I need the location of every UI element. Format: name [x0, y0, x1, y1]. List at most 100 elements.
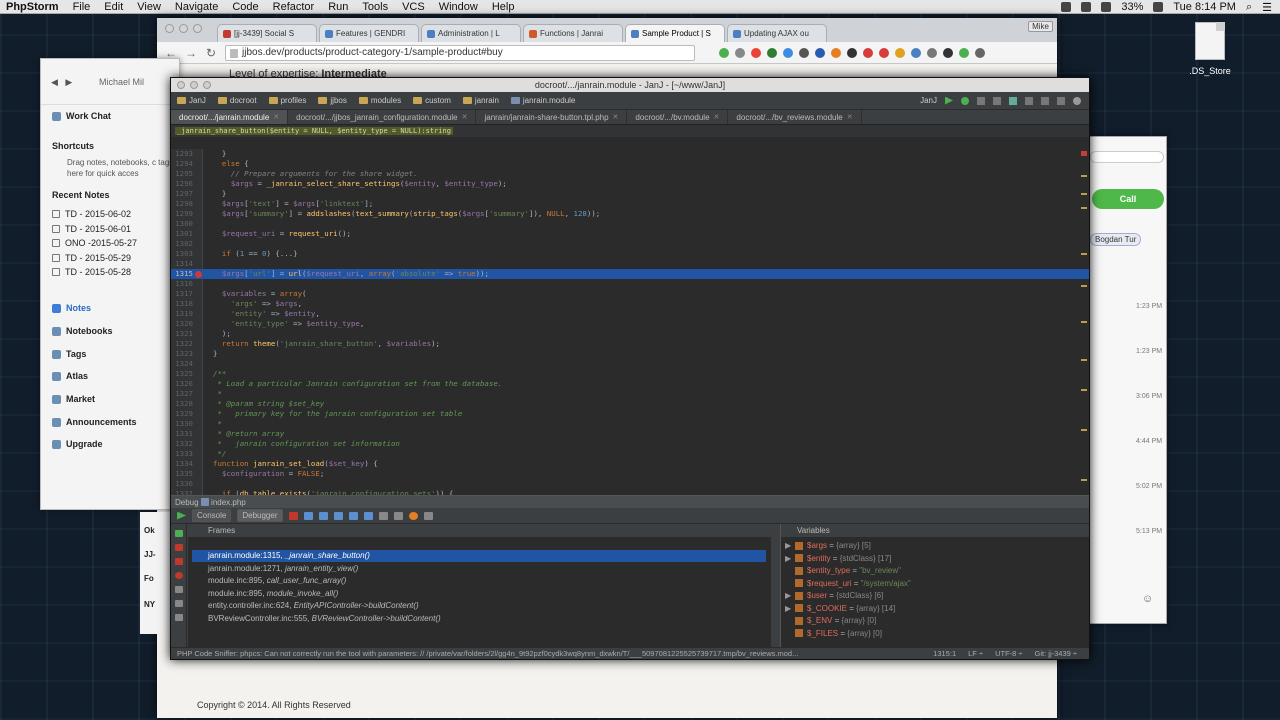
- code-line[interactable]: 1329 * primary key for the janrain confi…: [171, 409, 1089, 419]
- extension-icon[interactable]: [799, 47, 809, 58]
- debugger-tab[interactable]: Debugger: [237, 509, 283, 522]
- line-number[interactable]: 1294: [171, 159, 193, 169]
- line-number[interactable]: 1303: [171, 249, 193, 259]
- git-branch[interactable]: Git: jj-3439 ÷: [1035, 649, 1077, 658]
- editor-tab[interactable]: janrain/janrain-share-button.tpl.php ✕: [476, 110, 628, 124]
- menu-icon[interactable]: [975, 47, 985, 58]
- line-number[interactable]: 1325: [171, 369, 193, 379]
- breadcrumb[interactable]: custom: [413, 96, 451, 105]
- line-number[interactable]: 1318: [171, 299, 193, 309]
- extension-icon[interactable]: [735, 47, 745, 58]
- extension-icon[interactable]: [719, 47, 729, 58]
- line-number[interactable]: 1321: [171, 329, 193, 339]
- vcs-update-icon[interactable]: [993, 96, 1001, 105]
- code-line[interactable]: 1326 * Load a particular Janrain configu…: [171, 379, 1089, 389]
- evaluate-icon[interactable]: [378, 511, 388, 520]
- rerun-icon[interactable]: [175, 530, 183, 537]
- editor-tab-active[interactable]: docroot/.../janrain.module ✕: [171, 110, 289, 124]
- code-line[interactable]: 1325 /**: [171, 369, 1089, 379]
- minimize-window-button[interactable]: [179, 24, 188, 33]
- view-breakpoints-icon[interactable]: [175, 558, 183, 565]
- code-line[interactable]: 1299 $args['summary'] = addslashes(text_…: [171, 209, 1089, 219]
- status-icon[interactable]: [1061, 2, 1072, 12]
- resume-icon[interactable]: [177, 511, 186, 520]
- menu-refactor[interactable]: Refactor: [273, 1, 315, 13]
- breadcrumb[interactable]: modules: [358, 96, 401, 105]
- code-line[interactable]: 1294 else {: [171, 159, 1089, 169]
- close-tab-icon[interactable]: ✕: [714, 113, 720, 121]
- menu-help[interactable]: Help: [492, 1, 515, 13]
- volume-icon[interactable]: [1101, 2, 1112, 12]
- code-line[interactable]: 1330 *: [171, 419, 1089, 429]
- flag-icon[interactable]: [1153, 2, 1164, 12]
- breadcrumb[interactable]: profiles: [268, 96, 306, 105]
- browser-tab[interactable]: Features | GENDRI: [319, 24, 419, 42]
- extension-icon[interactable]: [751, 47, 761, 58]
- line-number[interactable]: 1299: [171, 209, 193, 219]
- nav-notes[interactable]: Notes: [52, 303, 91, 313]
- method-signature[interactable]: _janrain_share_button($entity = NULL, $e…: [175, 127, 453, 135]
- line-number[interactable]: 1297: [171, 189, 193, 199]
- nav-upgrade[interactable]: Upgrade: [52, 439, 103, 449]
- warning-marker[interactable]: [1081, 193, 1087, 195]
- current-execution-line[interactable]: 1315 $args['url'] = url($request_uri, ar…: [171, 269, 1089, 279]
- error-marker[interactable]: [1081, 151, 1087, 156]
- menu-run[interactable]: Run: [328, 1, 348, 13]
- line-number[interactable]: 1327: [171, 389, 193, 399]
- menu-file[interactable]: File: [73, 1, 91, 13]
- error-stripe[interactable]: [1081, 149, 1087, 495]
- code-line[interactable]: 1320 'entity_type' => $entity_type,: [171, 319, 1089, 329]
- close-window-button[interactable]: [165, 24, 174, 33]
- mute-breakpoints-icon[interactable]: [408, 511, 418, 520]
- profile-button[interactable]: Mike: [1028, 21, 1053, 32]
- stop-icon[interactable]: [977, 96, 985, 105]
- desktop-file[interactable]: .DS_Store: [1188, 22, 1232, 76]
- work-chat-item[interactable]: Work Chat: [52, 111, 111, 121]
- line-number[interactable]: 1328: [171, 399, 193, 409]
- variable-row[interactable]: $request_uri = "/system/ajax": [785, 578, 911, 590]
- pin-icon[interactable]: [175, 600, 183, 607]
- code-line[interactable]: 1295 // Prepare arguments for the share …: [171, 169, 1089, 179]
- stack-frame[interactable]: module.inc:895, module_invoke_all(): [192, 588, 766, 600]
- minimize-button[interactable]: [190, 81, 198, 89]
- code-line[interactable]: 1303 if (1 == 0) {...}: [171, 249, 1089, 259]
- account-name[interactable]: Michael Mil: [99, 77, 144, 87]
- line-number[interactable]: 1333: [171, 449, 193, 459]
- line-separator[interactable]: LF ÷: [968, 649, 983, 658]
- debug-icon[interactable]: [961, 96, 969, 105]
- breadcrumb[interactable]: JanJ: [177, 96, 206, 105]
- line-number[interactable]: 1319: [171, 309, 193, 319]
- shortcuts-header[interactable]: Shortcuts: [52, 141, 94, 151]
- search-icon[interactable]: [1073, 96, 1081, 105]
- expand-arrow-icon[interactable]: ▶: [785, 590, 795, 602]
- line-number[interactable]: 1296: [171, 179, 193, 189]
- close-tab-icon[interactable]: ✕: [613, 113, 619, 121]
- recent-note[interactable]: TD - 2015-05-28: [52, 267, 131, 277]
- line-number[interactable]: 1331: [171, 429, 193, 439]
- forward-arrow-icon[interactable]: →: [185, 46, 197, 60]
- code-line[interactable]: 1297 }: [171, 189, 1089, 199]
- battery-percent[interactable]: 33%: [1121, 1, 1143, 13]
- editor-tab[interactable]: docroot/.../bv_reviews.module ✕: [728, 110, 862, 124]
- expand-arrow-icon[interactable]: ▶: [785, 540, 795, 552]
- code-line[interactable]: 1317 $variables = array(: [171, 289, 1089, 299]
- mute-icon[interactable]: [175, 572, 183, 579]
- recent-note[interactable]: TD - 2015-06-01: [52, 224, 131, 234]
- call-button[interactable]: Call: [1092, 189, 1164, 209]
- line-number[interactable]: 1295: [171, 169, 193, 179]
- stack-frame[interactable]: janrain.module:1315, _janrain_share_butt…: [192, 550, 766, 562]
- status-message[interactable]: PHP Code Sniffer: phpcs: Can not correct…: [177, 649, 798, 658]
- run-icon[interactable]: [945, 96, 953, 105]
- code-line[interactable]: 1323}: [171, 349, 1089, 359]
- extension-icon[interactable]: [959, 47, 969, 58]
- menu-tools[interactable]: Tools: [362, 1, 388, 13]
- step-over-icon[interactable]: [303, 511, 313, 520]
- browser-tab[interactable]: Updating AJAX ou: [727, 24, 827, 42]
- variable-row[interactable]: ▶ $entity = {stdClass} [17]: [785, 553, 891, 565]
- extension-icon[interactable]: [783, 47, 793, 58]
- code-line[interactable]: 1335 $configuration = FALSE;: [171, 469, 1089, 479]
- line-number[interactable]: 1301: [171, 229, 193, 239]
- line-number[interactable]: 1300: [171, 219, 193, 229]
- warning-marker[interactable]: [1081, 429, 1087, 431]
- close-tab-icon[interactable]: ✕: [847, 113, 853, 121]
